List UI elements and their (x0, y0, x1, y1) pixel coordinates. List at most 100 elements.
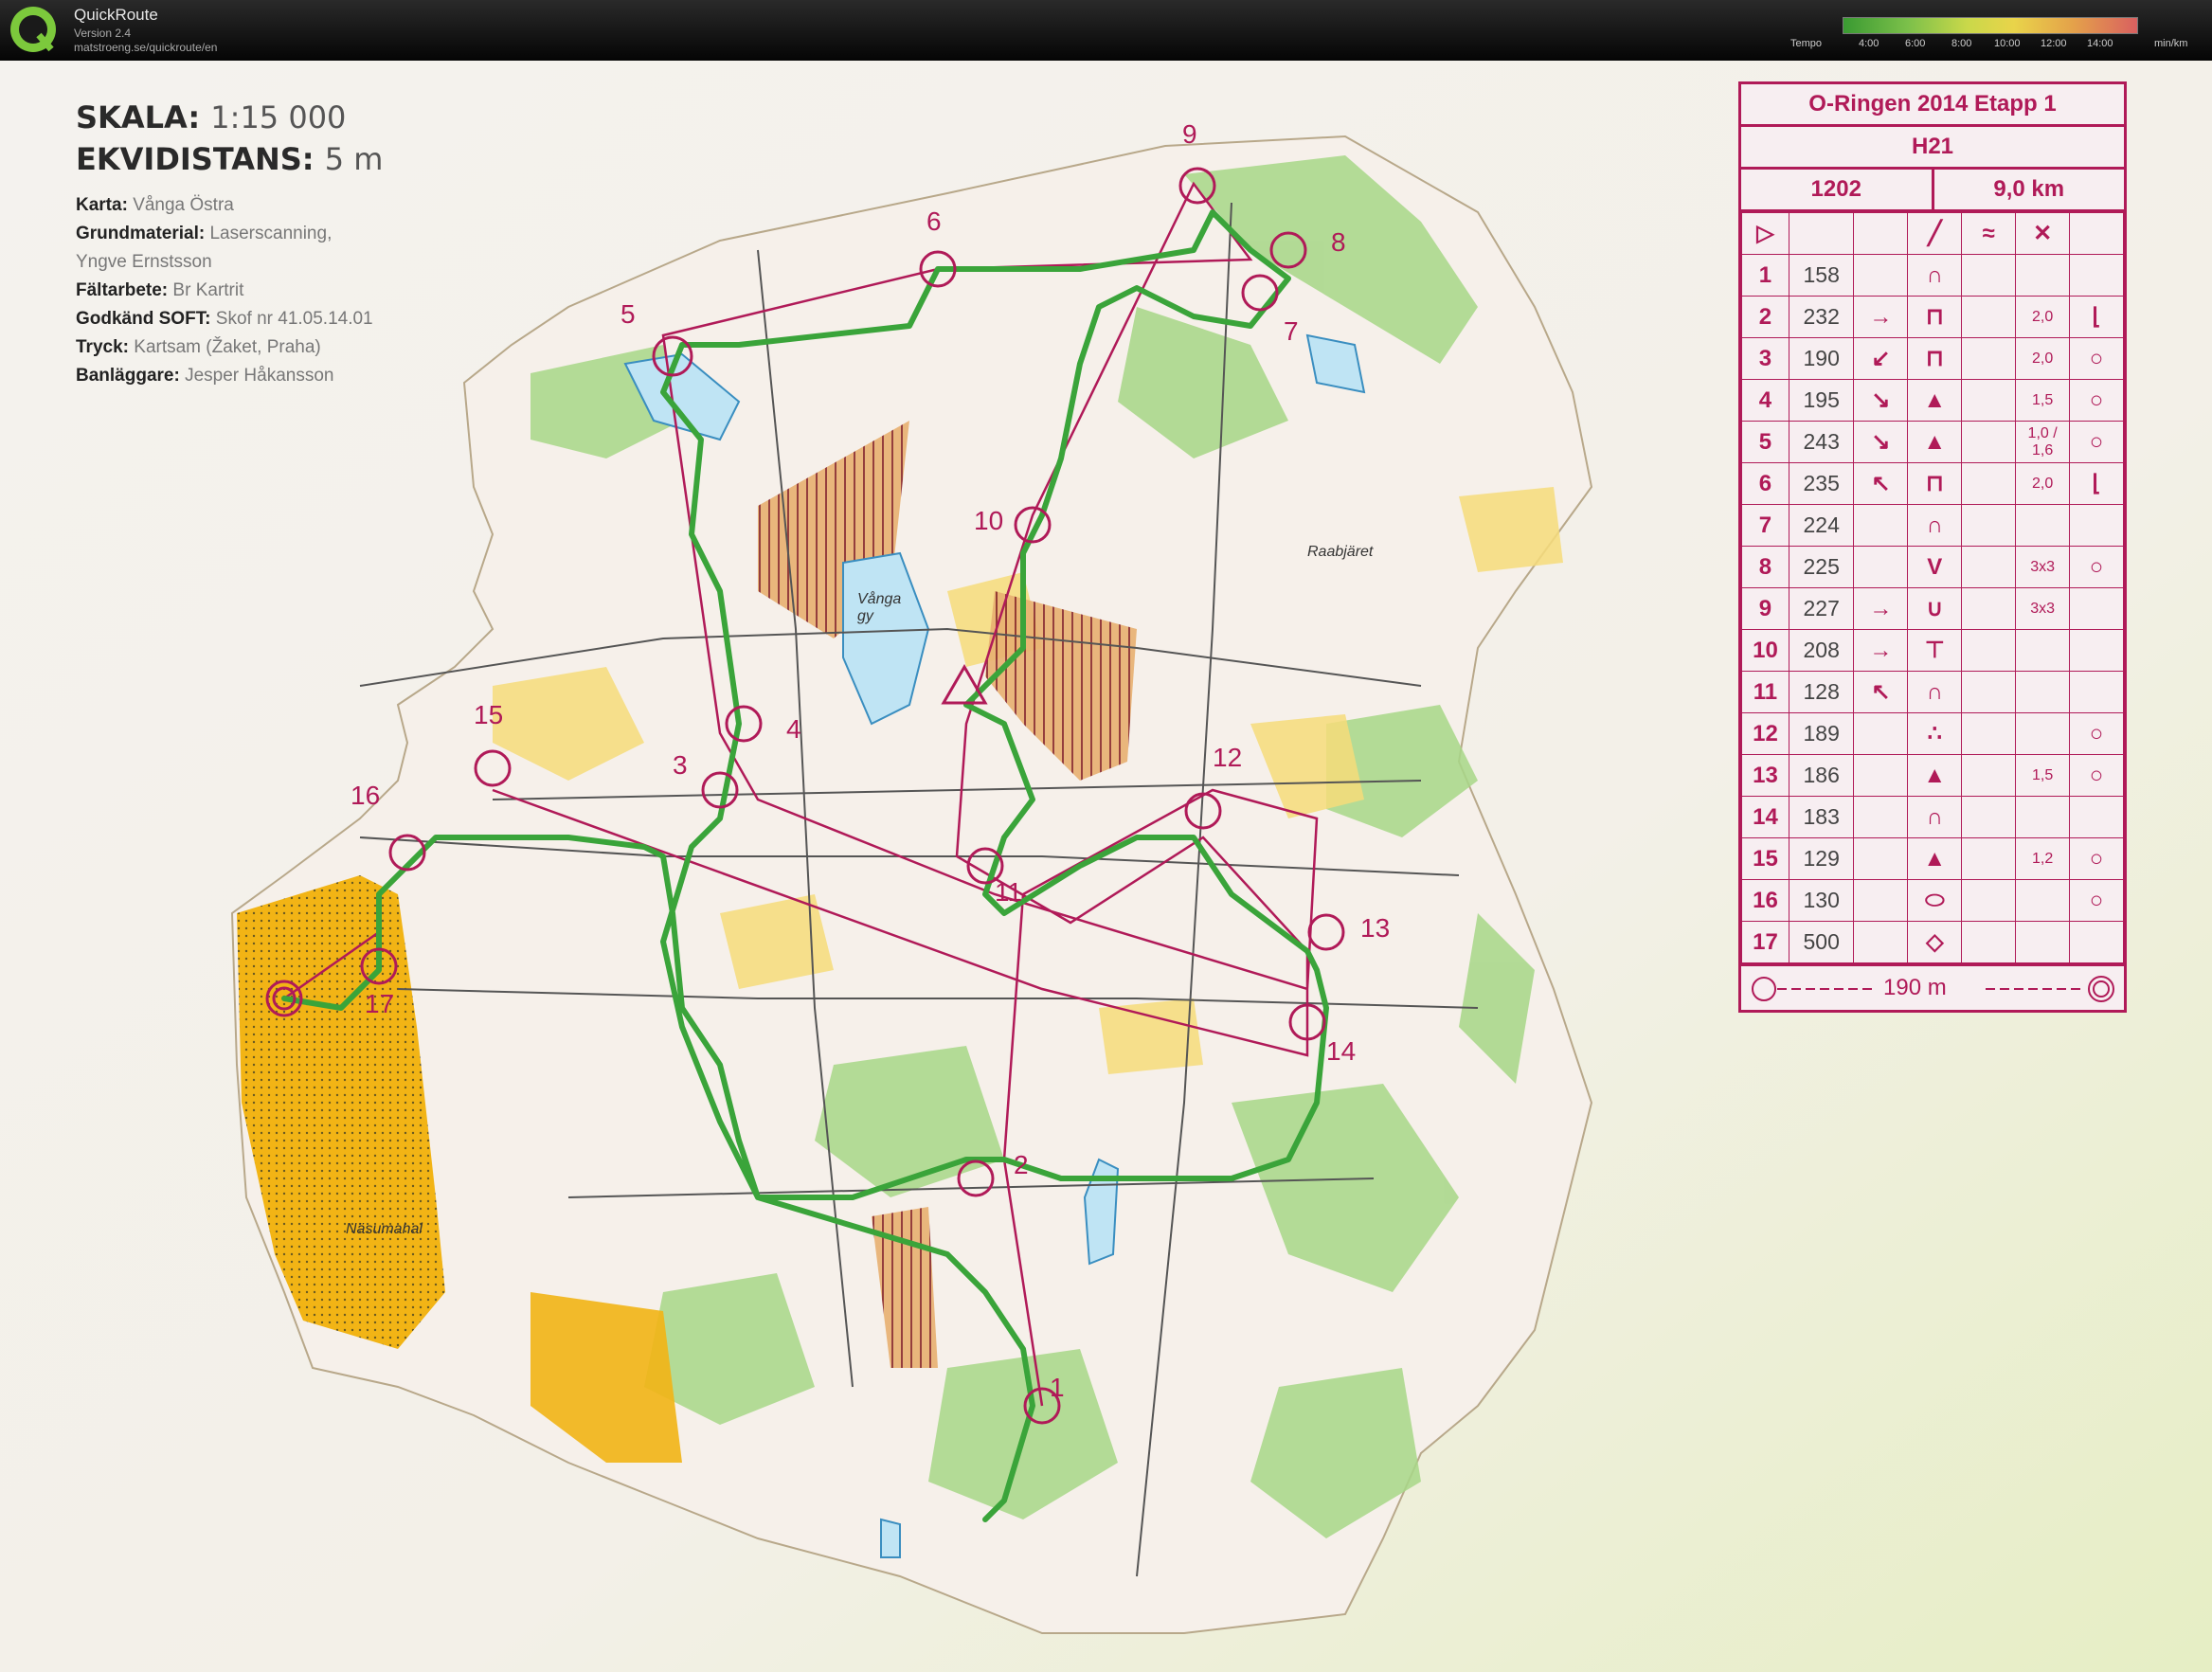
dimension-value (2015, 879, 2071, 922)
appearance-symbol (1961, 712, 2017, 755)
cross-icon: ✕ (2015, 212, 2071, 255)
control-row: 15 129 ▲ 1,2 ○ (1741, 837, 2124, 880)
feature-symbol: ⊤ (1907, 629, 1963, 672)
appearance-symbol (1961, 837, 2017, 880)
appearance-symbol (1961, 337, 2017, 380)
dimension-value (2015, 796, 2071, 838)
control-number: 17 (1741, 921, 1789, 963)
control-number: 8 (1741, 546, 1789, 588)
location-symbol (2069, 629, 2124, 672)
location-symbol: ⌊ (2069, 462, 2124, 505)
control-number-label: 8 (1331, 227, 1346, 257)
control-code: 130 (1788, 879, 1855, 922)
control-number-label: 16 (351, 781, 381, 810)
equidistance-value: 5 m (324, 141, 384, 177)
control-code: 227 (1788, 587, 1855, 630)
location-symbol (2069, 921, 2124, 963)
control-row: 5 243 ↘ ▲ 1,0 / 1,6 ○ (1741, 421, 2124, 463)
appearance-symbol (1961, 754, 2017, 797)
info-row: Grundmaterial: Laserscanning, (76, 224, 333, 243)
control-row: 8 225 V 3x3 ○ (1741, 546, 2124, 588)
feature-symbol: ∩ (1907, 254, 1963, 297)
slope-icon: ╱ (1907, 212, 1963, 255)
location-symbol: ○ (2069, 421, 2124, 463)
appearance-symbol (1961, 462, 2017, 505)
dimension-value: 1,5 (2015, 754, 2071, 797)
direction-symbol (1853, 546, 1909, 588)
dimension-value (2015, 712, 2071, 755)
control-row: 13 186 ▲ 1,5 ○ (1741, 754, 2124, 797)
info-row: Banläggare: Jesper Håkansson (76, 366, 334, 386)
control-description-card: O-Ringen 2014 Etapp 1 H21 1202 9,0 km ▷ … (1738, 81, 2127, 1013)
feature-symbol: ▲ (1907, 837, 1963, 880)
control-number: 9 (1741, 587, 1789, 630)
location-symbol: ⌊ (2069, 296, 2124, 338)
direction-symbol: → (1853, 296, 1909, 338)
control-number-label: 17 (365, 989, 395, 1018)
location-symbol: ○ (2069, 379, 2124, 422)
dimension-value (2015, 629, 2071, 672)
control-number-label: 13 (1360, 913, 1391, 943)
direction-symbol: ↖ (1853, 462, 1909, 505)
dimension-value: 2,0 (2015, 296, 2071, 338)
location-symbol: ○ (2069, 337, 2124, 380)
dimension-value: 1,0 / 1,6 (2015, 421, 2071, 463)
control-number: 12 (1741, 712, 1789, 755)
direction-symbol: ↘ (1853, 421, 1909, 463)
location-symbol (2069, 587, 2124, 630)
control-row: 2 232 → ⊓ 2,0 ⌊ (1741, 296, 2124, 338)
control-number: 11 (1741, 671, 1789, 713)
feature-symbol: ⊓ (1907, 337, 1963, 380)
control-row: 12 189 ∴ ○ (1741, 712, 2124, 755)
location-symbol: ○ (2069, 712, 2124, 755)
control-code: 235 (1788, 462, 1855, 505)
app-toolbar: QuickRoute Version 2.4 matstroeng.se/qui… (0, 0, 2212, 61)
course-code: 1202 (1810, 176, 1861, 202)
appearance-symbol (1961, 379, 2017, 422)
appearance-symbol (1961, 587, 2017, 630)
control-number-label: 12 (1213, 743, 1243, 772)
direction-symbol: → (1853, 587, 1909, 630)
direction-symbol (1853, 254, 1909, 297)
control-code: 243 (1788, 421, 1855, 463)
course-length: 9,0 km (1931, 170, 2125, 209)
feature-symbol: ⬭ (1907, 879, 1963, 922)
dimension-value: 1,2 (2015, 837, 2071, 880)
appearance-symbol (1961, 546, 2017, 588)
control-number-label: 14 (1326, 1036, 1357, 1066)
place-label: Raabjäret (1307, 544, 1374, 560)
control-code: 195 (1788, 379, 1855, 422)
app-title: QuickRoute (74, 6, 158, 24)
info-row: Tryck: Kartsam (Žaket, Praha) (76, 337, 321, 357)
map-canvas[interactable]: 1 2 3 4 5 6 7 8 9 10 11 12 13 14 15 16 1… (0, 61, 2212, 1672)
appearance-symbol (1961, 671, 2017, 713)
app-url[interactable]: matstroeng.se/quickroute/en (74, 41, 217, 54)
dimension-value: 3x3 (2015, 546, 2071, 588)
dimension-value (2015, 504, 2071, 547)
feature-symbol: V (1907, 546, 1963, 588)
location-symbol (2069, 504, 2124, 547)
control-descriptions-table: ▷ ╱ ≈ ✕ 1 158 ∩ 2 232 → ⊓ 2,0 ⌊ 3 190 ↙ ⊓ 2,0 ○ 4 195 ↘ ▲ 1… (1741, 212, 2124, 963)
control-code: 183 (1788, 796, 1855, 838)
equidistance-line: EKVIDISTANS: 5 m (76, 141, 384, 177)
finish-distance: 190 m (1883, 975, 1947, 1000)
control-row: 10 208 → ⊤ (1741, 629, 2124, 672)
feature-symbol: ∩ (1907, 796, 1963, 838)
tempo-unit: min/km (2154, 38, 2188, 49)
start-symbol-icon: ▷ (1741, 212, 1789, 255)
tempo-tick: 10:00 (1994, 38, 2021, 49)
direction-symbol (1853, 712, 1909, 755)
control-number: 13 (1741, 754, 1789, 797)
control-number-label: 1 (1050, 1373, 1065, 1402)
control-number: 10 (1741, 629, 1789, 672)
feature-symbol: ⊓ (1907, 462, 1963, 505)
control-number: 4 (1741, 379, 1789, 422)
place-label: Näsumahal (346, 1221, 423, 1237)
control-row: 9 227 → ∪ 3x3 (1741, 587, 2124, 630)
control-number-label: 7 (1284, 316, 1299, 346)
control-code: 190 (1788, 337, 1855, 380)
tempo-color-scale[interactable] (1843, 17, 2138, 34)
feature-symbol: ▲ (1907, 379, 1963, 422)
feature-symbol: ⊓ (1907, 296, 1963, 338)
class-name: H21 (1741, 127, 2124, 170)
